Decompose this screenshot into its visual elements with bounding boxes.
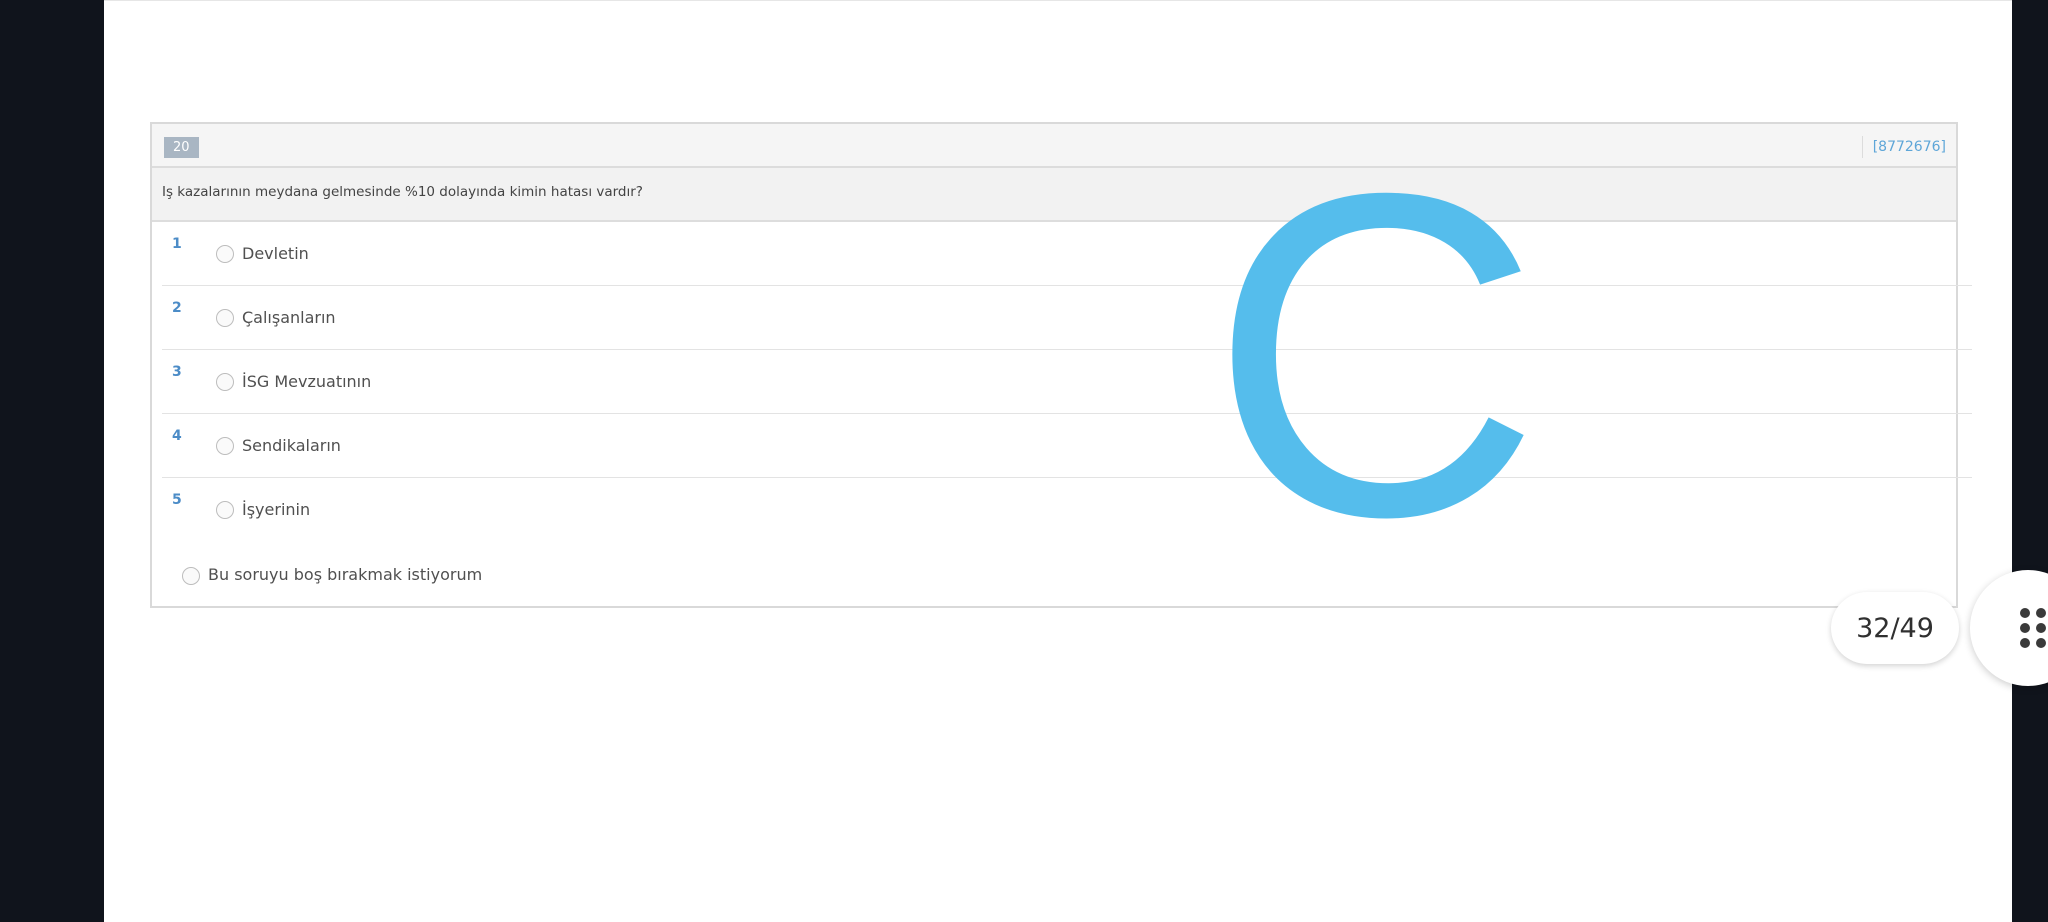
question-id: [8772676] bbox=[1861, 136, 1946, 158]
option-row-3[interactable]: 3 İSG Mevzuatının bbox=[162, 350, 1972, 414]
grid-dots-icon bbox=[2020, 608, 2046, 648]
option-number: 2 bbox=[172, 300, 182, 316]
skip-question-radio[interactable] bbox=[182, 567, 200, 585]
option-label: İşyerinin bbox=[242, 500, 311, 519]
question-text-area: Iş kazalarının meydana gelmesinde %10 do… bbox=[152, 168, 1956, 222]
option-number: 5 bbox=[172, 492, 182, 508]
option-row-5[interactable]: 5 İşyerinin bbox=[162, 478, 1972, 542]
option-radio[interactable] bbox=[216, 309, 234, 327]
page-counter: 32/49 bbox=[1831, 592, 1959, 664]
option-label: Çalışanların bbox=[242, 308, 336, 327]
option-label: Devletin bbox=[242, 244, 309, 263]
option-label: İSG Mevzuatının bbox=[242, 372, 372, 391]
option-row-1[interactable]: 1 Devletin bbox=[162, 222, 1972, 286]
option-row-2[interactable]: 2 Çalışanların bbox=[162, 286, 1972, 350]
option-number: 3 bbox=[172, 364, 182, 380]
question-header: 20 [8772676] bbox=[152, 124, 1956, 168]
option-label: Sendikaların bbox=[242, 436, 341, 455]
option-radio[interactable] bbox=[216, 245, 234, 263]
skip-question-label: Bu soruyu boş bırakmak istiyorum bbox=[208, 565, 483, 584]
option-number: 4 bbox=[172, 428, 182, 444]
option-radio[interactable] bbox=[216, 437, 234, 455]
option-radio[interactable] bbox=[216, 373, 234, 391]
question-card: 20 [8772676] Iş kazalarının meydana gelm… bbox=[150, 122, 1972, 608]
document-page: 20 [8772676] Iş kazalarının meydana gelm… bbox=[104, 0, 2012, 922]
option-number: 1 bbox=[172, 236, 182, 252]
question-number-badge: 20 bbox=[164, 137, 199, 158]
option-row-4[interactable]: 4 Sendikaların bbox=[162, 414, 1972, 478]
option-radio[interactable] bbox=[216, 501, 234, 519]
question-text: Iş kazalarının meydana gelmesinde %10 do… bbox=[162, 184, 643, 200]
